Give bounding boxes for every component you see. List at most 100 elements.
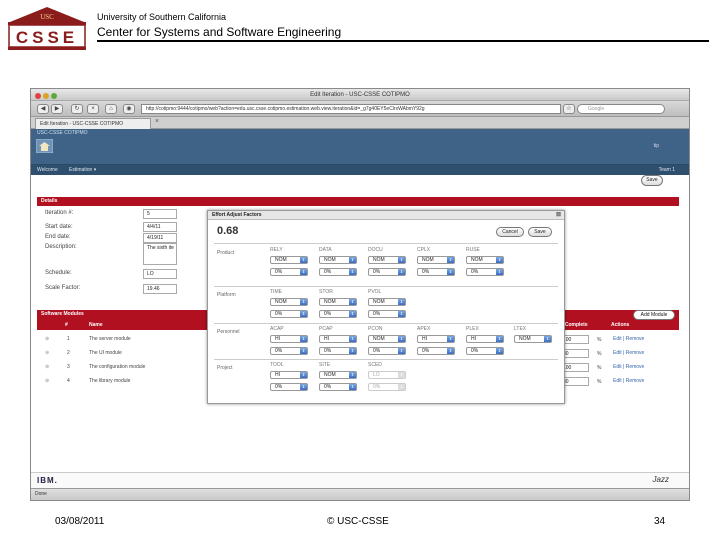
app-header: USC-CSSE COTIPMO tip: [31, 129, 689, 165]
ibm-logo: IBM.: [37, 476, 58, 485]
factor-increment-select[interactable]: 0% ⇕: [368, 268, 406, 276]
factor-increment-select[interactable]: 0% ⇕: [319, 383, 357, 391]
cancel-button[interactable]: Cancel: [496, 227, 524, 237]
browser-toolbar: ◀ ▶ ↻ × ⌂ ◉ http://cotipmo:9444/cotipmo/…: [31, 101, 689, 117]
factor-rating-select[interactable]: NOM ⇕: [466, 256, 504, 264]
search-input[interactable]: Google: [577, 104, 665, 114]
edit-link[interactable]: Edit: [613, 378, 622, 384]
start-date-field[interactable]: 4/4/11: [143, 222, 177, 232]
row-actions: Edit | Remove: [613, 336, 644, 342]
factor-name: PCAP: [319, 326, 333, 332]
expand-icon[interactable]: ⊕: [45, 378, 49, 384]
scale-factor-field[interactable]: 19.46: [143, 284, 177, 294]
factor-name: CPLX: [417, 247, 431, 253]
factor-increment-select[interactable]: 0% ⇕: [417, 268, 455, 276]
select-arrows-icon: ⇕: [398, 311, 405, 317]
factor-increment-select[interactable]: 0% ⇕: [319, 347, 357, 355]
zoom-window-icon[interactable]: [51, 93, 57, 99]
remove-link[interactable]: Remove: [626, 378, 645, 384]
rss-icon[interactable]: ◉: [123, 104, 135, 114]
nav-welcome[interactable]: Welcome: [37, 165, 58, 175]
factor-increment-value: 0%: [373, 311, 381, 317]
description-field[interactable]: The sixth ite: [143, 243, 177, 265]
percent-sign: %: [597, 379, 602, 385]
add-module-button[interactable]: Add Module: [633, 310, 675, 320]
factor-increment-value: 0%: [422, 269, 430, 275]
select-arrows-icon: ⇕: [300, 257, 307, 263]
factor-rating-select[interactable]: NOM ⇕: [514, 335, 552, 343]
factor-rating-select[interactable]: NOM ⇕: [368, 298, 406, 306]
factor-rating-select: LO ⇕: [368, 371, 406, 379]
factor-increment-select[interactable]: 0% ⇕: [270, 383, 308, 391]
address-bar[interactable]: http://cotipmo:9444/cotipmo/web?action=e…: [141, 104, 561, 114]
factor-increment-select[interactable]: 0% ⇕: [368, 347, 406, 355]
factor-increment-select[interactable]: 0% ⇕: [270, 268, 308, 276]
factor-increment-select[interactable]: 0% ⇕: [270, 310, 308, 318]
back-icon[interactable]: ◀: [37, 104, 49, 114]
remove-link[interactable]: Remove: [626, 336, 645, 342]
nav-team[interactable]: Team 1: [659, 165, 675, 175]
forward-icon[interactable]: ▶: [51, 104, 63, 114]
select-arrows-icon: ⇕: [349, 372, 356, 378]
bookmark-icon[interactable]: ☆: [563, 104, 575, 114]
factor-rating-select[interactable]: NOM ⇕: [270, 298, 308, 306]
select-arrows-icon: ⇕: [447, 348, 454, 354]
factor-rating-select[interactable]: NOM ⇕: [417, 256, 455, 264]
dialog-save-button[interactable]: Save: [528, 227, 552, 237]
logo-main-text: CSSE: [16, 28, 78, 47]
expand-icon[interactable]: ⊕: [45, 336, 49, 342]
module-row: ⊕ 1 The server module: [45, 336, 131, 342]
edit-link[interactable]: Edit: [613, 350, 622, 356]
expand-icon[interactable]: ⊕: [45, 350, 49, 356]
factor-rating-select[interactable]: NOM ⇕: [319, 371, 357, 379]
factor-increment-select[interactable]: 0% ⇕: [319, 268, 357, 276]
factor-rating-select[interactable]: HI ⇕: [466, 335, 504, 343]
details-section-header: Details: [37, 197, 679, 206]
minimize-window-icon[interactable]: [43, 93, 49, 99]
factor-rating-select[interactable]: NOM ⇕: [319, 256, 357, 264]
home-icon[interactable]: ⌂: [105, 104, 117, 114]
edit-link[interactable]: Edit: [613, 336, 622, 342]
factor-rating-select[interactable]: HI ⇕: [270, 335, 308, 343]
factor-increment-select[interactable]: 0% ⇕: [270, 347, 308, 355]
factor-rating-select[interactable]: HI ⇕: [417, 335, 455, 343]
reload-icon[interactable]: ↻: [71, 104, 83, 114]
end-date-field[interactable]: 4/19/11: [143, 233, 177, 243]
expand-icon[interactable]: ⊕: [45, 364, 49, 370]
factor-rating-select[interactable]: NOM ⇕: [270, 256, 308, 264]
factor-increment-select[interactable]: 0% ⇕: [319, 310, 357, 318]
factor-increment-value: 0%: [324, 384, 332, 390]
remove-link[interactable]: Remove: [626, 364, 645, 370]
dialog-close-icon[interactable]: ⊠: [556, 211, 561, 220]
edit-link[interactable]: Edit: [613, 364, 622, 370]
browser-tab[interactable]: Edit Iteration - USC-CSSE COTIPMO: [35, 118, 151, 129]
schedule-select[interactable]: LO: [143, 269, 177, 279]
factor-name: PCON: [368, 326, 383, 332]
app-title: USC-CSSE COTIPMO: [37, 130, 88, 136]
app-home-icon[interactable]: [36, 139, 53, 153]
factor-increment-select[interactable]: 0% ⇕: [368, 310, 406, 318]
factor-rating-select[interactable]: HI ⇕: [270, 371, 308, 379]
stop-icon[interactable]: ×: [87, 104, 99, 114]
factor-rating-select[interactable]: NOM ⇕: [368, 256, 406, 264]
remove-link[interactable]: Remove: [626, 350, 645, 356]
factor-increment-select[interactable]: 0% ⇕: [466, 347, 504, 355]
factor-rating-select[interactable]: NOM ⇕: [319, 298, 357, 306]
iteration-field[interactable]: 5: [143, 209, 177, 219]
select-arrows-icon: ⇕: [398, 269, 405, 275]
nav-estimation[interactable]: Estimation ▾: [69, 165, 96, 175]
action-separator: |: [623, 378, 625, 384]
close-window-icon[interactable]: [35, 93, 41, 99]
save-button[interactable]: Save: [641, 175, 663, 186]
factor-rating-select[interactable]: NOM ⇕: [368, 335, 406, 343]
factor-increment-select[interactable]: 0% ⇕: [417, 347, 455, 355]
tab-close-icon[interactable]: ×: [155, 118, 159, 125]
factor-increment-select[interactable]: 0% ⇕: [466, 268, 504, 276]
row-name: The UI module: [89, 350, 122, 356]
tip-button[interactable]: tip: [654, 143, 659, 149]
select-arrows-icon: ⇕: [349, 336, 356, 342]
select-arrows-icon: ⇕: [300, 269, 307, 275]
factor-group-label: Project: [217, 365, 233, 371]
factor-rating-select[interactable]: HI ⇕: [319, 335, 357, 343]
factor-rating-value: NOM: [324, 299, 336, 305]
